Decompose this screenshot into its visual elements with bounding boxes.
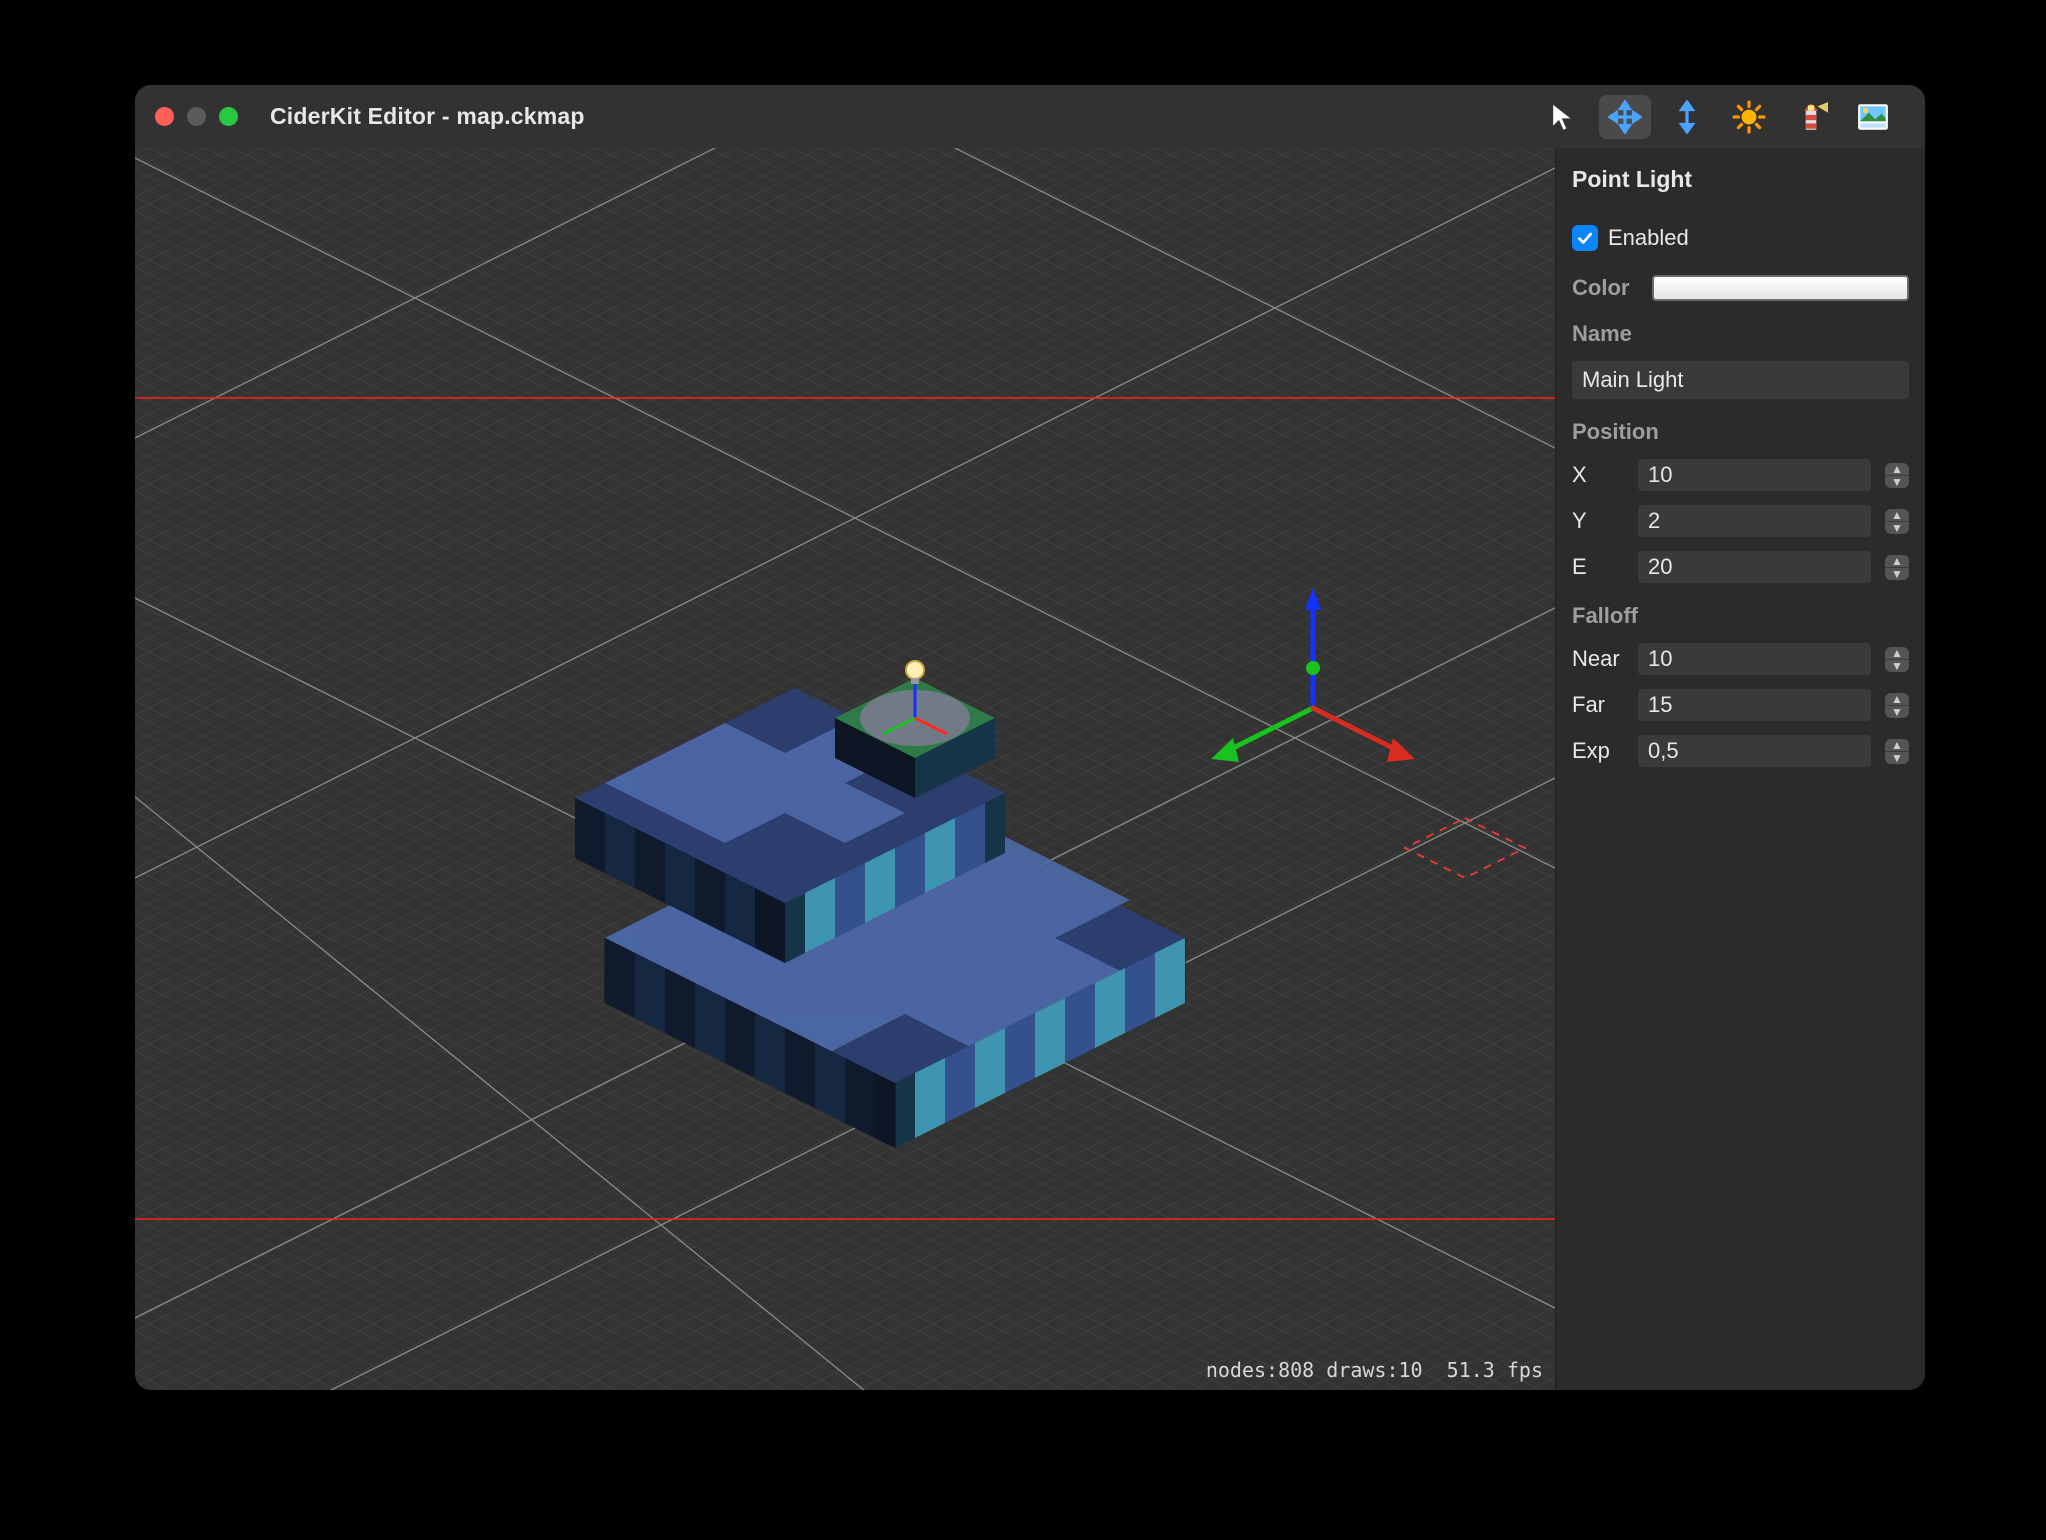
scene-canvas — [135, 148, 1555, 1390]
position-e-stepper[interactable]: ▲▼ — [1885, 555, 1909, 580]
falloff-far-row: Far ▲▼ — [1572, 689, 1909, 721]
falloff-near-stepper[interactable]: ▲▼ — [1885, 647, 1909, 672]
position-section-label: Position — [1572, 419, 1909, 445]
step-down-icon[interactable]: ▼ — [1885, 476, 1909, 488]
scene-tool[interactable] — [1847, 95, 1899, 139]
render-stats: nodes:808 draws:10 51.3 fps — [1206, 1358, 1543, 1382]
elevate-icon — [1670, 100, 1704, 134]
falloff-exp-row: Exp ▲▼ — [1572, 735, 1909, 767]
scene-icon — [1856, 100, 1890, 134]
zoom-window-button[interactable] — [219, 107, 238, 126]
lighthouse-tool[interactable] — [1785, 95, 1837, 139]
color-swatch[interactable] — [1652, 275, 1909, 301]
window-title: CiderKit Editor - map.ckmap — [270, 103, 585, 130]
color-label: Color — [1572, 275, 1642, 301]
step-down-icon[interactable]: ▼ — [1885, 660, 1909, 672]
toolbar — [1537, 95, 1905, 139]
position-y-input[interactable] — [1638, 505, 1871, 537]
step-down-icon[interactable]: ▼ — [1885, 522, 1909, 534]
name-section-label: Name — [1572, 321, 1909, 347]
falloff-exp-label: Exp — [1572, 738, 1628, 764]
step-up-icon[interactable]: ▲ — [1885, 463, 1909, 476]
inspector-title: Point Light — [1572, 166, 1909, 193]
position-y-row: Y ▲▼ — [1572, 505, 1909, 537]
move-icon — [1608, 100, 1642, 134]
position-x-row: X ▲▼ — [1572, 459, 1909, 491]
move-tool[interactable] — [1599, 95, 1651, 139]
titlebar: CiderKit Editor - map.ckmap — [135, 85, 1925, 148]
elevate-tool[interactable] — [1661, 95, 1713, 139]
falloff-far-label: Far — [1572, 692, 1628, 718]
name-input[interactable] — [1572, 361, 1909, 399]
step-up-icon[interactable]: ▲ — [1885, 739, 1909, 752]
falloff-far-input[interactable] — [1638, 689, 1871, 721]
falloff-section-label: Falloff — [1572, 603, 1909, 629]
falloff-near-label: Near — [1572, 646, 1628, 672]
step-up-icon[interactable]: ▲ — [1885, 555, 1909, 568]
step-down-icon[interactable]: ▼ — [1885, 706, 1909, 718]
step-up-icon[interactable]: ▲ — [1885, 693, 1909, 706]
position-y-label: Y — [1572, 508, 1628, 534]
sun-icon — [1732, 100, 1766, 134]
editor-window: CiderKit Editor - map.ckmap — [135, 85, 1925, 1390]
position-e-label: E — [1572, 554, 1628, 580]
position-e-input[interactable] — [1638, 551, 1871, 583]
position-y-stepper[interactable]: ▲▼ — [1885, 509, 1909, 534]
select-tool[interactable] — [1537, 95, 1589, 139]
enabled-row: Enabled — [1572, 225, 1909, 251]
position-x-stepper[interactable]: ▲▼ — [1885, 463, 1909, 488]
falloff-near-input[interactable] — [1638, 643, 1871, 675]
position-x-input[interactable] — [1638, 459, 1871, 491]
sun-tool[interactable] — [1723, 95, 1775, 139]
position-x-label: X — [1572, 462, 1628, 488]
cursor-icon — [1546, 100, 1580, 134]
step-up-icon[interactable]: ▲ — [1885, 647, 1909, 660]
step-down-icon[interactable]: ▼ — [1885, 568, 1909, 580]
step-up-icon[interactable]: ▲ — [1885, 509, 1909, 522]
falloff-exp-stepper[interactable]: ▲▼ — [1885, 739, 1909, 764]
viewport[interactable]: nodes:808 draws:10 51.3 fps — [135, 148, 1555, 1390]
enabled-label: Enabled — [1608, 225, 1689, 251]
falloff-near-row: Near ▲▼ — [1572, 643, 1909, 675]
close-window-button[interactable] — [155, 107, 174, 126]
step-down-icon[interactable]: ▼ — [1885, 752, 1909, 764]
enabled-checkbox[interactable] — [1572, 225, 1598, 251]
falloff-exp-input[interactable] — [1638, 735, 1871, 767]
falloff-far-stepper[interactable]: ▲▼ — [1885, 693, 1909, 718]
lighthouse-icon — [1794, 100, 1828, 134]
position-e-row: E ▲▼ — [1572, 551, 1909, 583]
inspector-panel: Point Light Enabled Color Name Position … — [1555, 148, 1925, 1390]
window-controls — [155, 107, 238, 126]
editor-body: nodes:808 draws:10 51.3 fps Point Light … — [135, 148, 1925, 1390]
minimize-window-button[interactable] — [187, 107, 206, 126]
color-row: Color — [1572, 275, 1909, 301]
